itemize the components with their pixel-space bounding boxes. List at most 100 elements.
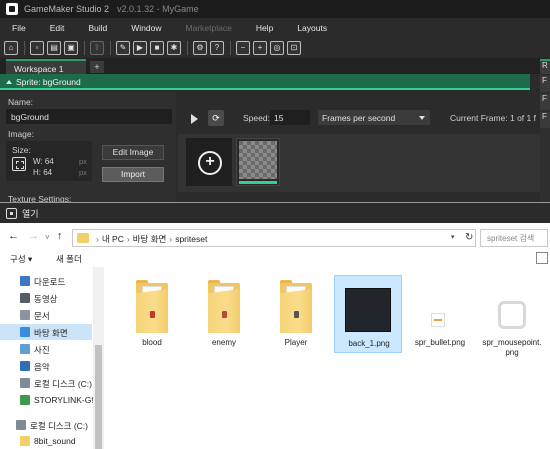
nav-item[interactable]: 다운로드 (0, 273, 92, 289)
menu-help[interactable]: Help (244, 23, 285, 33)
menu-window[interactable]: Window (119, 23, 173, 33)
file-item[interactable]: spr_bullet.png (406, 275, 474, 353)
save-icon[interactable]: ▣ (64, 41, 78, 55)
size-label: Size: (12, 145, 31, 155)
sprite-name-input[interactable]: bgGround (6, 109, 172, 124)
edit-image-button[interactable]: Edit Image (102, 145, 164, 160)
file-item[interactable]: enemy (190, 275, 258, 353)
gamemaker-logo-icon (6, 3, 18, 15)
home-icon[interactable]: ⌂ (4, 41, 18, 55)
right-strip-tab[interactable]: F (540, 112, 550, 128)
frame-thumbnail[interactable] (236, 138, 280, 186)
gamemaker-window: GameMaker Studio 2 v2.0.1.32 - MyGame Fi… (0, 0, 550, 202)
right-panel-tab[interactable]: R (540, 59, 550, 74)
nav-tree-item[interactable]: 로컬 디스크 (C:) (0, 417, 92, 433)
collapse-caret-icon[interactable] (6, 80, 12, 84)
nav-item[interactable]: 바탕 화면 (0, 324, 92, 340)
right-strip-tab[interactable]: F (540, 94, 550, 110)
resize-icon[interactable] (12, 157, 26, 171)
file-name: spr_mousepoint. png (482, 338, 542, 357)
right-side-strip: FFF (540, 74, 550, 202)
menu-layouts[interactable]: Layouts (285, 23, 339, 33)
right-strip-tab[interactable]: F (540, 76, 550, 92)
nav-item-label: 문서 (34, 311, 50, 321)
export-icon[interactable]: ⇪ (90, 41, 104, 55)
main-toolbar: ⌂ ▫ ▤ ▣ ⇪ ✎ ▶ ■ ✱ ⚙? − + ◎ ⊡ (0, 38, 550, 58)
menu-build[interactable]: Build (76, 23, 119, 33)
run-icon[interactable]: ▶ (133, 41, 147, 55)
image-label: Image: (8, 129, 34, 139)
nav-scrollbar[interactable] (93, 267, 104, 449)
address-dropdown-icon[interactable]: ▾ (451, 233, 455, 241)
tab-workspace-1[interactable]: Workspace 1 (6, 59, 86, 74)
open-icon[interactable]: ▤ (47, 41, 61, 55)
open-file-dialog: 열기 ← → ˅ ↑ › 내 PC › 바탕 화면 › spriteset ▾ ↻ spr… (0, 202, 550, 449)
file-item[interactable]: back_1.png (334, 275, 402, 353)
speed-unit-select[interactable]: Frames per second (318, 110, 430, 125)
speed-label: Speed: (243, 113, 270, 123)
play-icon[interactable] (188, 112, 202, 126)
nav-item[interactable]: STORYLINK-G91 (0, 392, 101, 408)
navigation-pane: 다운로드 동영상 문서 바탕 화면 사진 음악 로컬 디스크 (C:) STORYLINK-G… (0, 267, 104, 449)
nav-item[interactable]: 음악 (0, 358, 92, 374)
nav-tree-item[interactable]: 8bit_sound (0, 433, 92, 449)
sprite-editor-header[interactable]: Sprite: bgGround (0, 74, 530, 90)
debug-icon[interactable]: ✱ (167, 41, 181, 55)
local-disk-icon (16, 420, 26, 430)
search-input[interactable]: spriteset 검색 (480, 229, 548, 247)
nav-item-label: 동영상 (34, 294, 58, 304)
file-item[interactable]: spr_mousepoint. png (478, 275, 546, 357)
breadcrumb-item[interactable]: 내 PC (102, 234, 124, 244)
organize-button[interactable]: 구성 ▾ (10, 253, 32, 265)
loop-icon[interactable]: ⟳ (208, 110, 224, 126)
settings-icon[interactable]: ⚙ (193, 41, 207, 55)
chevron-down-icon (419, 116, 425, 120)
zoom-in-icon[interactable]: + (253, 41, 267, 55)
nav-item[interactable]: 사진 (0, 341, 92, 357)
zoom-fit-icon[interactable]: ⊡ (287, 41, 301, 55)
stop-icon[interactable]: ■ (150, 41, 164, 55)
command-bar: 구성 ▾ 새 폴더 (0, 251, 550, 267)
menu-marketplace[interactable]: Marketplace (174, 23, 244, 33)
document-icon (20, 310, 30, 320)
zoom-reset-icon[interactable]: ◎ (270, 41, 284, 55)
refresh-icon[interactable]: ↻ (465, 232, 473, 243)
file-item[interactable]: blood (118, 275, 186, 353)
local-disk-icon (20, 378, 30, 388)
nav-item[interactable]: 로컬 디스크 (C:) (0, 375, 92, 391)
new-icon[interactable]: ▫ (30, 41, 44, 55)
address-bar[interactable]: › 내 PC › 바탕 화면 › spriteset ▾ ↻ (72, 229, 476, 247)
breadcrumb-item[interactable]: 바탕 화면 (133, 234, 167, 244)
video-icon (20, 293, 30, 303)
import-button[interactable]: Import (102, 167, 164, 182)
nav-item[interactable]: 문서 (0, 307, 92, 323)
zoom-out-icon[interactable]: − (236, 41, 250, 55)
add-frame-button[interactable] (186, 138, 232, 186)
view-options-icon[interactable] (536, 252, 548, 264)
forward-arrow-icon[interactable]: → (28, 230, 39, 242)
new-folder-button[interactable]: 새 폴더 (56, 253, 82, 265)
speed-input[interactable]: 15 (270, 110, 310, 125)
file-name: back_1.png (348, 339, 390, 348)
nav-item-label: 바탕 화면 (34, 328, 68, 338)
up-arrow-icon[interactable]: ↑ (57, 230, 63, 242)
nav-item[interactable]: 동영상 (0, 290, 92, 306)
back-arrow-icon[interactable]: ← (8, 230, 19, 242)
help-icon[interactable]: ? (210, 41, 224, 55)
frame-selected-bar (239, 181, 277, 184)
file-name: blood (142, 338, 162, 347)
nav-scroll-thumb[interactable] (95, 345, 102, 449)
clean-icon[interactable]: ✎ (116, 41, 130, 55)
nav-tree-label: 8bit_sound (34, 436, 76, 446)
toolbar-separator (187, 41, 188, 55)
menu-file[interactable]: File (0, 23, 38, 33)
history-chevron-icon[interactable]: ˅ (45, 233, 50, 242)
file-item[interactable]: Player (262, 275, 330, 353)
folder-preview-mark (150, 311, 155, 318)
menu-edit[interactable]: Edit (38, 23, 77, 33)
breadcrumb-item[interactable]: spriteset (175, 234, 207, 244)
music-icon (20, 361, 30, 371)
add-workspace-button[interactable]: + (90, 61, 104, 73)
nav-item-label: 사진 (34, 345, 50, 355)
toolbar-separator (24, 41, 25, 55)
